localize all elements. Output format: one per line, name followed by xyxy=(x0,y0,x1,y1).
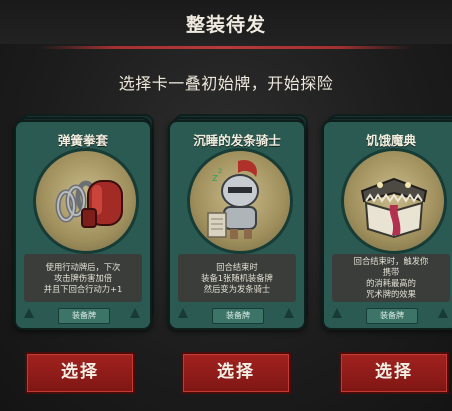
card-type-tag: 装备牌 xyxy=(366,308,418,324)
page-title: 整装待发 xyxy=(185,14,266,36)
card-name: 弹簧拳套 xyxy=(57,133,108,148)
card-description-line: 使用行动牌后，下次 xyxy=(45,261,121,272)
keyword-highlight: 携带 xyxy=(382,267,400,277)
instruction-text: 选择卡一叠初始牌，开始探险 xyxy=(118,74,334,93)
card-description-line: 攻击牌伤害加倍 xyxy=(53,272,113,283)
card-description-line: 回合结束时，触发你 xyxy=(353,256,429,266)
card-type-tag: 装备牌 xyxy=(212,308,264,324)
card-name: 饥饿魔典 xyxy=(365,133,416,148)
card-description-line: 装备1张随机装备牌 xyxy=(201,272,273,283)
select-button-spring-glove[interactable]: 选择 xyxy=(25,352,135,394)
deck-option-spring-glove[interactable]: 弹簧拳套 使用行动牌后，下次 攻击牌伤害加倍 并且下回合行动力+1 装备牌 xyxy=(14,114,154,330)
corner-ornament-icon xyxy=(130,308,140,318)
card-description-line: 然后变为发条骑士 xyxy=(203,283,271,294)
corner-ornament-icon xyxy=(438,308,448,318)
card[interactable]: 饥饿魔典 回合结束时，触发你 携带 的消耗最高的 咒术牌的效果 装备牌 xyxy=(322,120,452,330)
deck-option-clockwork-knight[interactable]: 沉睡的发条骑士 z z 回合结束时 装备1张随机装备牌 然后变为发条骑士 装备牌 xyxy=(168,114,308,330)
corner-ornament-icon xyxy=(24,308,34,318)
card-description-line-rest: 的消耗最高的 xyxy=(366,278,416,288)
card-description: 使用行动牌后，下次 攻击牌伤害加倍 并且下回合行动力+1 xyxy=(24,254,142,302)
corner-ornament-icon xyxy=(332,308,342,318)
card[interactable]: 沉睡的发条骑士 z z 回合结束时 装备1张随机装备牌 然后变为发条骑士 装备牌 xyxy=(168,120,306,330)
card-name: 沉睡的发条骑士 xyxy=(193,133,281,148)
select-button-hungry-grimoire[interactable]: 选择 xyxy=(339,352,449,394)
card-description-line: 携带 的消耗最高的 xyxy=(366,267,416,289)
deck-option-hungry-grimoire[interactable]: 饥饿魔典 回合结束时，触发你 携带 的消耗最高的 咒术牌的效果 装备牌 xyxy=(322,114,452,330)
card-description: 回合结束时，触发你 携带 的消耗最高的 咒术牌的效果 xyxy=(332,254,450,302)
clockwork-knight-art: z z xyxy=(187,148,293,254)
card-description-line: 回合结束时 xyxy=(216,261,258,272)
card-description-line: 咒术牌的效果 xyxy=(366,289,416,299)
title-divider xyxy=(40,46,412,49)
hungry-grimoire-art xyxy=(341,148,447,254)
card-type-tag: 装备牌 xyxy=(58,308,110,324)
card[interactable]: 弹簧拳套 使用行动牌后，下次 攻击牌伤害加倍 并且下回合行动力+1 装备牌 xyxy=(14,120,152,330)
card-description: 回合结束时 装备1张随机装备牌 然后变为发条骑士 xyxy=(178,254,296,302)
select-button-clockwork-knight[interactable]: 选择 xyxy=(181,352,291,394)
corner-ornament-icon xyxy=(284,308,294,318)
corner-ornament-icon xyxy=(178,308,188,318)
svg-text:z: z xyxy=(218,166,222,175)
card-description-line: 并且下回合行动力+1 xyxy=(43,283,123,294)
spring-glove-art xyxy=(33,148,139,254)
